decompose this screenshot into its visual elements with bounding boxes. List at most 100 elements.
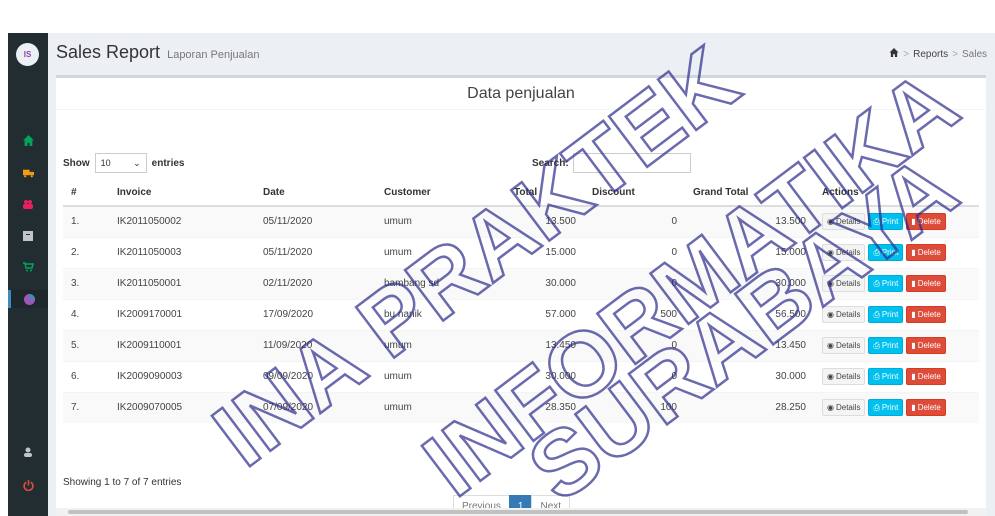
archive-icon[interactable] [8, 227, 48, 245]
cell-discount: 0 [584, 329, 685, 361]
cell-total: 57.000 [506, 298, 584, 330]
table-row: 3. IK2011050001 02/11/2020 bambang sd 30.000… [63, 267, 979, 299]
truck-icon[interactable] [8, 164, 48, 182]
page-title-text: Sales Report [56, 42, 161, 62]
details-label: Details [835, 310, 861, 319]
print-label: Print [881, 279, 899, 288]
details-label: Details [835, 403, 861, 413]
delete-button[interactable]: ▮ Delete [906, 368, 946, 385]
home-icon[interactable] [8, 131, 48, 149]
cell-grand-total: 28.250 [685, 391, 814, 423]
sidebar: IS [8, 33, 48, 516]
print-label: Print [881, 403, 899, 413]
print-button[interactable]: ⎙ Print [868, 306, 904, 323]
cell-total: 15.000 [506, 236, 584, 268]
delete-button[interactable]: ▮ Delete [906, 275, 946, 292]
cell-customer: umum [376, 329, 506, 361]
cell-discount: 100 [584, 391, 685, 423]
col-header-customer[interactable]: Customer [376, 179, 506, 207]
print-button[interactable]: ⎙ Print [868, 399, 904, 417]
printer-icon: ⎙ [873, 371, 880, 381]
cart-icon[interactable] [8, 258, 48, 276]
cell-date: 07/09/2020 [255, 391, 376, 423]
scrollbar-thumb[interactable] [68, 510, 968, 514]
delete-button[interactable]: ▮ Delete [906, 306, 946, 323]
horizontal-scrollbar[interactable] [56, 508, 986, 516]
printer-icon: ⎙ [873, 340, 880, 350]
col-header-invoice[interactable]: Invoice [109, 179, 255, 207]
cell-actions: ◉ Details ⎙ Print ▮ Delete [814, 298, 979, 330]
cell-grand-total: 56.500 [685, 298, 814, 330]
power-icon[interactable] [8, 476, 48, 494]
table-row: 1. IK2011050002 05/11/2020 umum 13.500 0 13.50… [63, 205, 979, 237]
breadcrumb-separator: > [952, 48, 958, 60]
col-header-total[interactable]: Total [506, 179, 584, 207]
details-label: Details [835, 341, 861, 350]
cell-customer: umum [376, 205, 506, 237]
breadcrumb-reports[interactable]: Reports [913, 49, 948, 60]
print-button[interactable]: ⎙ Print [868, 275, 904, 292]
cell-actions: ◉ Details ⎙ Print ▮ Delete [814, 205, 979, 237]
cell-actions: ◉ Details ⎙ Print ▮ Delete [814, 391, 979, 423]
print-button[interactable]: ⎙ Print [868, 337, 904, 354]
details-button[interactable]: ◉ Details [822, 306, 866, 323]
breadcrumb: > Reports > Sales [889, 48, 987, 60]
cell-grand-total: 13.450 [685, 329, 814, 361]
printer-icon: ⎙ [873, 247, 880, 257]
delete-label: Delete [917, 279, 941, 288]
print-button[interactable]: ⎙ Print [868, 368, 904, 385]
cell-total: 13.450 [506, 329, 584, 361]
eye-icon: ◉ [827, 279, 834, 288]
table-info: Showing 1 to 7 of 7 entries [63, 477, 182, 488]
col-header-date[interactable]: Date [255, 179, 376, 207]
details-button[interactable]: ◉ Details [822, 337, 866, 354]
page-subtitle: Laporan Penjualan [167, 49, 260, 61]
delete-button[interactable]: ▮ Delete [906, 399, 946, 417]
delete-button[interactable]: ▮ Delete [906, 244, 946, 261]
cell-date: 11/09/2020 [255, 329, 376, 361]
cell-discount: 0 [584, 236, 685, 268]
table-row: 4. IK2009170001 17/09/2020 bu nanik 57.000 50… [63, 298, 979, 330]
delete-label: Delete [917, 217, 941, 227]
home-icon[interactable] [889, 48, 899, 60]
delete-label: Delete [917, 341, 941, 350]
actions-group: ◉ Details ⎙ Print ▮ Delete [822, 275, 971, 292]
cell-date: 05/11/2020 [255, 205, 376, 237]
col-header-number[interactable]: # [63, 179, 109, 207]
pie-chart-icon[interactable] [8, 290, 48, 308]
details-button[interactable]: ◉ Details [822, 213, 866, 231]
printer-icon: ⎙ [873, 278, 880, 288]
print-button[interactable]: ⎙ Print [868, 213, 904, 231]
details-button[interactable]: ◉ Details [822, 399, 866, 417]
printer-icon: ⎙ [873, 309, 880, 319]
cell-row-number: 7. [63, 391, 109, 423]
app-logo[interactable]: IS [16, 43, 39, 66]
entries-value: 10 [100, 158, 111, 168]
trash-icon: ▮ [911, 372, 916, 381]
cell-date: 02/11/2020 [255, 267, 376, 299]
user-icon[interactable] [8, 443, 48, 461]
delete-button[interactable]: ▮ Delete [906, 337, 946, 354]
details-label: Details [835, 217, 861, 227]
trash-icon: ▮ [911, 217, 916, 227]
details-button[interactable]: ◉ Details [822, 275, 866, 292]
table-row: 7. IK2009070005 07/09/2020 umum 28.350 100 28.… [63, 391, 979, 423]
col-header-grand-total[interactable]: Grand Total [685, 179, 814, 207]
delete-button[interactable]: ▮ Delete [906, 213, 946, 231]
details-button[interactable]: ◉ Details [822, 368, 866, 385]
main-content: Sales Report Laporan Penjualan > Reports… [48, 33, 995, 516]
cell-row-number: 5. [63, 329, 109, 361]
users-icon[interactable] [8, 195, 48, 213]
col-header-discount[interactable]: Discount [584, 179, 685, 207]
col-header-actions: Actions [814, 179, 979, 207]
cell-invoice: IK2009170001 [109, 298, 255, 330]
table-row: 5. IK2009110001 11/09/2020 umum 13.450 0 13.45… [63, 329, 979, 361]
print-button[interactable]: ⎙ Print [868, 244, 904, 261]
actions-group: ◉ Details ⎙ Print ▮ Delete [822, 399, 971, 417]
show-label: Show [63, 157, 90, 169]
details-button[interactable]: ◉ Details [822, 244, 866, 261]
entries-select[interactable]: 10 ⌄ [94, 153, 147, 173]
search-input[interactable] [572, 153, 691, 173]
cell-invoice: IK2011050001 [109, 267, 255, 299]
cell-date: 17/09/2020 [255, 298, 376, 330]
